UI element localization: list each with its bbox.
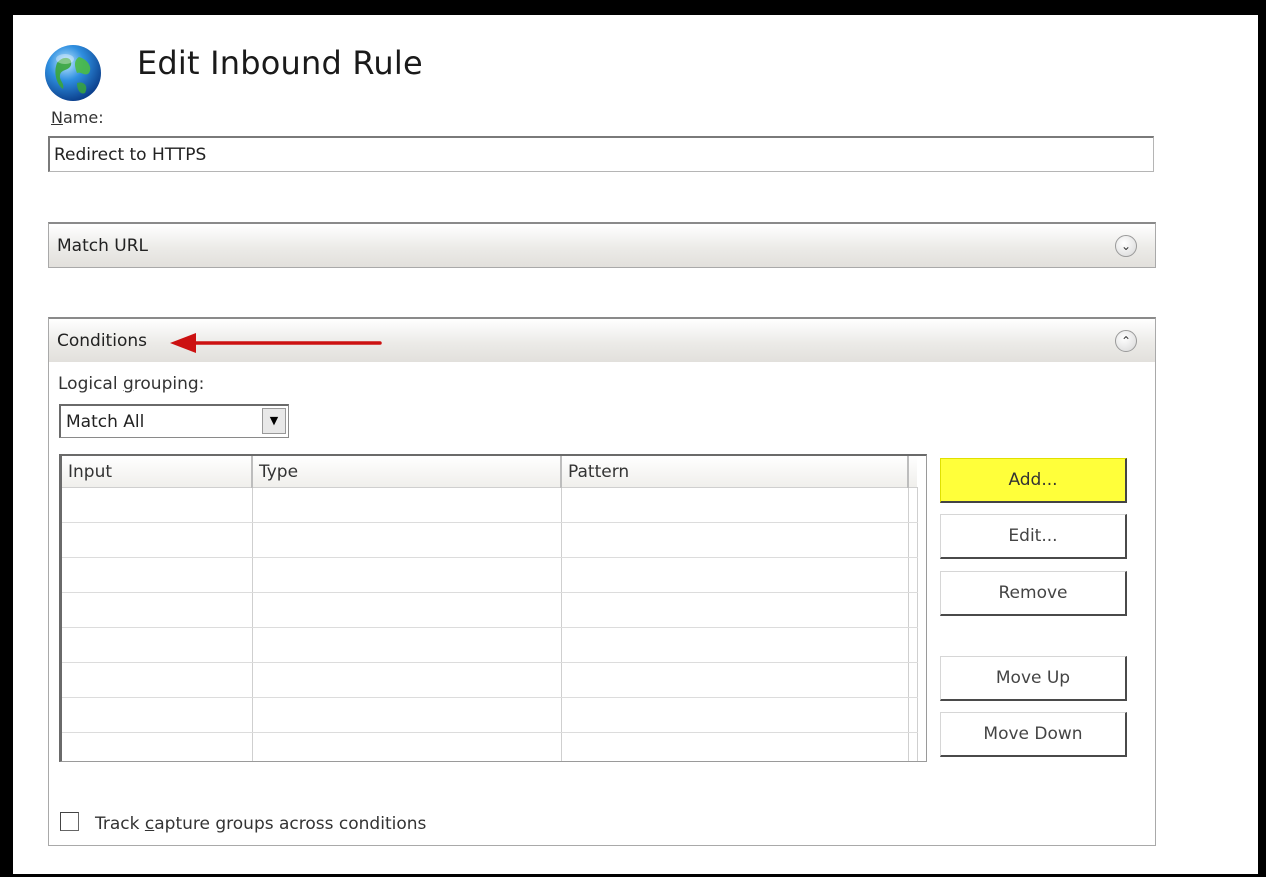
add-button[interactable]: Add... xyxy=(940,458,1127,503)
match-url-label: Match URL xyxy=(57,236,149,256)
track-capture-groups-label: Track capture groups across conditions xyxy=(95,814,427,834)
dropdown-arrow-icon[interactable]: ▼ xyxy=(262,408,286,434)
move-up-button[interactable]: Move Up xyxy=(940,656,1127,701)
name-input[interactable] xyxy=(48,136,1154,172)
column-header-filler xyxy=(908,456,917,488)
match-url-section-header[interactable]: Match URL ⌄ xyxy=(48,222,1156,268)
globe-icon xyxy=(45,45,101,101)
name-label: Name: xyxy=(51,108,104,127)
table-row xyxy=(62,592,918,628)
track-capture-groups-checkbox[interactable] xyxy=(60,812,79,831)
remove-button[interactable]: Remove xyxy=(940,571,1127,616)
page-title: Edit Inbound Rule xyxy=(137,44,423,82)
conditions-table[interactable]: Input Type Pattern xyxy=(59,454,927,762)
move-down-button[interactable]: Move Down xyxy=(940,712,1127,757)
column-header-type[interactable]: Type xyxy=(252,456,562,488)
annotation-arrow-icon xyxy=(170,333,382,353)
conditions-label: Conditions xyxy=(57,331,147,351)
table-row xyxy=(62,522,918,558)
edit-button[interactable]: Edit... xyxy=(940,514,1127,559)
logical-grouping-select[interactable]: Match All ▼ xyxy=(59,404,289,438)
column-header-pattern[interactable]: Pattern xyxy=(561,456,909,488)
logical-grouping-value: Match All xyxy=(66,412,145,432)
table-row xyxy=(62,697,918,733)
table-row xyxy=(62,662,918,698)
chevron-up-icon[interactable]: ⌃ xyxy=(1115,330,1137,352)
table-row xyxy=(62,627,918,663)
table-row xyxy=(62,732,918,761)
column-header-input[interactable]: Input xyxy=(62,456,253,488)
conditions-table-body xyxy=(62,487,918,761)
table-row xyxy=(62,487,918,523)
table-row xyxy=(62,557,918,593)
logical-grouping-label: Logical grouping: xyxy=(58,374,205,394)
chevron-down-icon[interactable]: ⌄ xyxy=(1115,235,1137,257)
screenshot-frame: Edit Inbound Rule Name: Match URL ⌄ Cond… xyxy=(0,0,1266,877)
